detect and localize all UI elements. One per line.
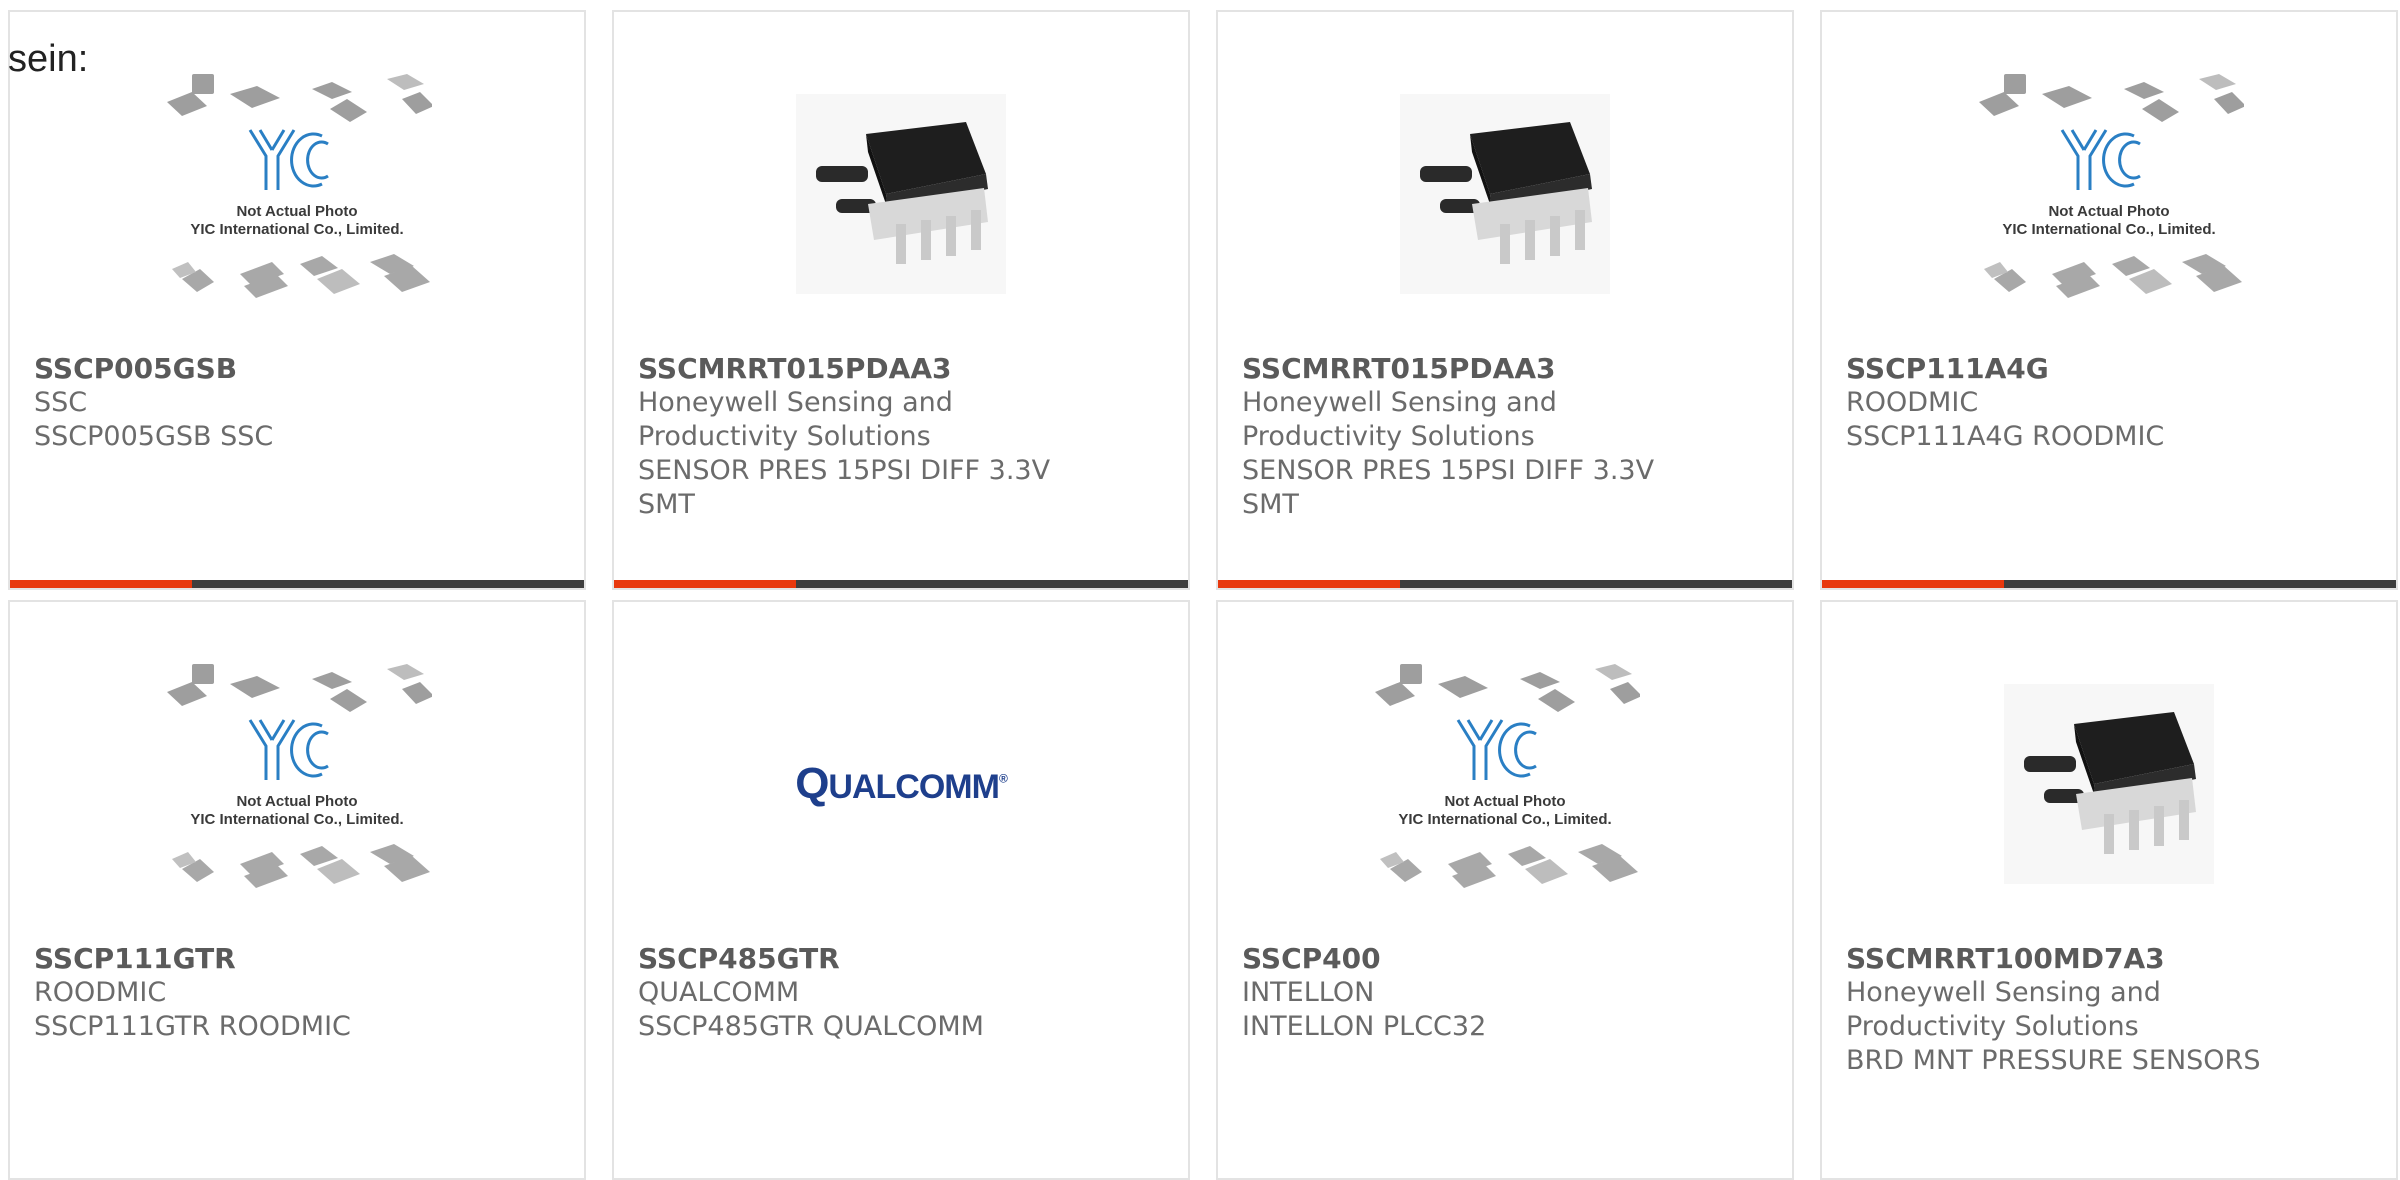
product-line: SENSOR PRES 15PSI DIFF 3.3V (1242, 455, 1655, 486)
product-line: INTELLON (1242, 977, 1375, 1008)
part-number[interactable]: SSCP005GSB (34, 352, 564, 386)
pressure-sensor-icon (796, 94, 1006, 294)
product-info: SSCP485GTR QUALCOMM SSCP485GTR QUALCOMM (638, 942, 1168, 1044)
part-number[interactable]: SSCP111GTR (34, 942, 564, 976)
product-info: SSCP111GTR ROODMIC SSCP111GTR ROODMIC (34, 942, 564, 1044)
svg-text:Not Actual Photo: Not Actual Photo (1444, 793, 1565, 810)
card-accent-bar (614, 580, 1188, 588)
product-card[interactable]: SSCMRRT100MD7A3 Honeywell Sensing and Pr… (1820, 600, 2398, 1180)
product-line: INTELLON PLCC32 (1242, 1011, 1487, 1042)
svg-text:Not Actual Photo: Not Actual Photo (236, 203, 357, 220)
svg-text:Not Actual Photo: Not Actual Photo (236, 793, 357, 810)
yic-placeholder-icon: Not Actual Photo YIC International Co., … (167, 664, 432, 888)
product-line: QUALCOMM (638, 977, 800, 1008)
product-line: Honeywell Sensing and (638, 387, 953, 418)
product-card[interactable]: Not Actual Photo YIC International Co., … (8, 600, 586, 1180)
product-info: SSCMRRT015PDAA3 Honeywell Sensing and Pr… (638, 352, 1168, 522)
product-image-placeholder[interactable]: Not Actual Photo YIC International Co., … (1370, 654, 1640, 914)
product-grid: Not Actual Photo YIC International Co., … (8, 10, 2398, 1180)
svg-text:YIC International Co., Limited: YIC International Co., Limited. (190, 221, 403, 238)
yic-placeholder-icon: Not Actual Photo YIC International Co., … (1375, 664, 1640, 888)
product-line: SMT (638, 489, 695, 520)
product-line: SSCP111A4G ROODMIC (1846, 421, 2165, 452)
product-line: ROODMIC (1846, 387, 1979, 418)
svg-text:YIC International Co., Limited: YIC International Co., Limited. (2002, 221, 2215, 238)
product-card[interactable]: Not Actual Photo YIC International Co., … (1216, 600, 1794, 1180)
product-image-placeholder[interactable]: Not Actual Photo YIC International Co., … (162, 64, 432, 324)
part-number[interactable]: SSCP111A4G (1846, 352, 2376, 386)
product-image-photo[interactable] (1370, 64, 1640, 324)
product-card[interactable]: SSCMRRT015PDAA3 Honeywell Sensing and Pr… (612, 10, 1190, 590)
qualcomm-logo-icon: QUALCOMM® (795, 759, 1008, 808)
product-card[interactable]: QUALCOMM® SSCP485GTR QUALCOMM SSCP485GTR… (612, 600, 1190, 1180)
product-line: SSCP485GTR QUALCOMM (638, 1011, 984, 1042)
product-info: SSCMRRT015PDAA3 Honeywell Sensing and Pr… (1242, 352, 1772, 522)
product-line: SMT (1242, 489, 1299, 520)
pressure-sensor-icon (1400, 94, 1610, 294)
lead-text: sein: (8, 38, 89, 80)
product-info: SSCP005GSB SSC SSCP005GSB SSC (34, 352, 564, 454)
product-image-placeholder[interactable]: Not Actual Photo YIC International Co., … (162, 654, 432, 914)
product-info: SSCP400 INTELLON INTELLON PLCC32 (1242, 942, 1772, 1044)
product-image-photo[interactable] (766, 64, 1036, 324)
product-info: SSCMRRT100MD7A3 Honeywell Sensing and Pr… (1846, 942, 2376, 1078)
product-line: Productivity Solutions (638, 421, 931, 452)
product-line: SENSOR PRES 15PSI DIFF 3.3V (638, 455, 1051, 486)
yic-placeholder-icon: Not Actual Photo YIC International Co., … (1979, 74, 2244, 298)
product-image-placeholder[interactable]: Not Actual Photo YIC International Co., … (1974, 64, 2244, 324)
product-card[interactable]: Not Actual Photo YIC International Co., … (8, 10, 586, 590)
product-line: SSCP005GSB SSC (34, 421, 274, 452)
product-line: Honeywell Sensing and (1846, 977, 2161, 1008)
product-image-photo[interactable] (1974, 654, 2244, 914)
yic-placeholder-icon: Not Actual Photo YIC International Co., … (167, 74, 432, 298)
svg-text:YIC International Co., Limited: YIC International Co., Limited. (1398, 811, 1611, 828)
product-line: Productivity Solutions (1242, 421, 1535, 452)
part-number[interactable]: SSCMRRT015PDAA3 (638, 352, 1168, 386)
product-line: ROODMIC (34, 977, 167, 1008)
pressure-sensor-icon (2004, 684, 2214, 884)
product-line: SSC (34, 387, 88, 418)
part-number[interactable]: SSCP485GTR (638, 942, 1168, 976)
product-image-logo[interactable]: QUALCOMM® (766, 654, 1036, 914)
card-accent-bar (10, 580, 584, 588)
product-card[interactable]: Not Actual Photo YIC International Co., … (1820, 10, 2398, 590)
product-line: BRD MNT PRESSURE SENSORS (1846, 1045, 2261, 1076)
product-line: Honeywell Sensing and (1242, 387, 1557, 418)
product-info: SSCP111A4G ROODMIC SSCP111A4G ROODMIC (1846, 352, 2376, 454)
card-accent-bar (1218, 580, 1792, 588)
part-number[interactable]: SSCMRRT015PDAA3 (1242, 352, 1772, 386)
card-accent-bar (1822, 580, 2396, 588)
product-card[interactable]: SSCMRRT015PDAA3 Honeywell Sensing and Pr… (1216, 10, 1794, 590)
product-line: Productivity Solutions (1846, 1011, 2139, 1042)
svg-text:Not Actual Photo: Not Actual Photo (2048, 203, 2169, 220)
part-number[interactable]: SSCMRRT100MD7A3 (1846, 942, 2376, 976)
svg-text:YIC International Co., Limited: YIC International Co., Limited. (190, 811, 403, 828)
part-number[interactable]: SSCP400 (1242, 942, 1772, 976)
product-line: SSCP111GTR ROODMIC (34, 1011, 351, 1042)
